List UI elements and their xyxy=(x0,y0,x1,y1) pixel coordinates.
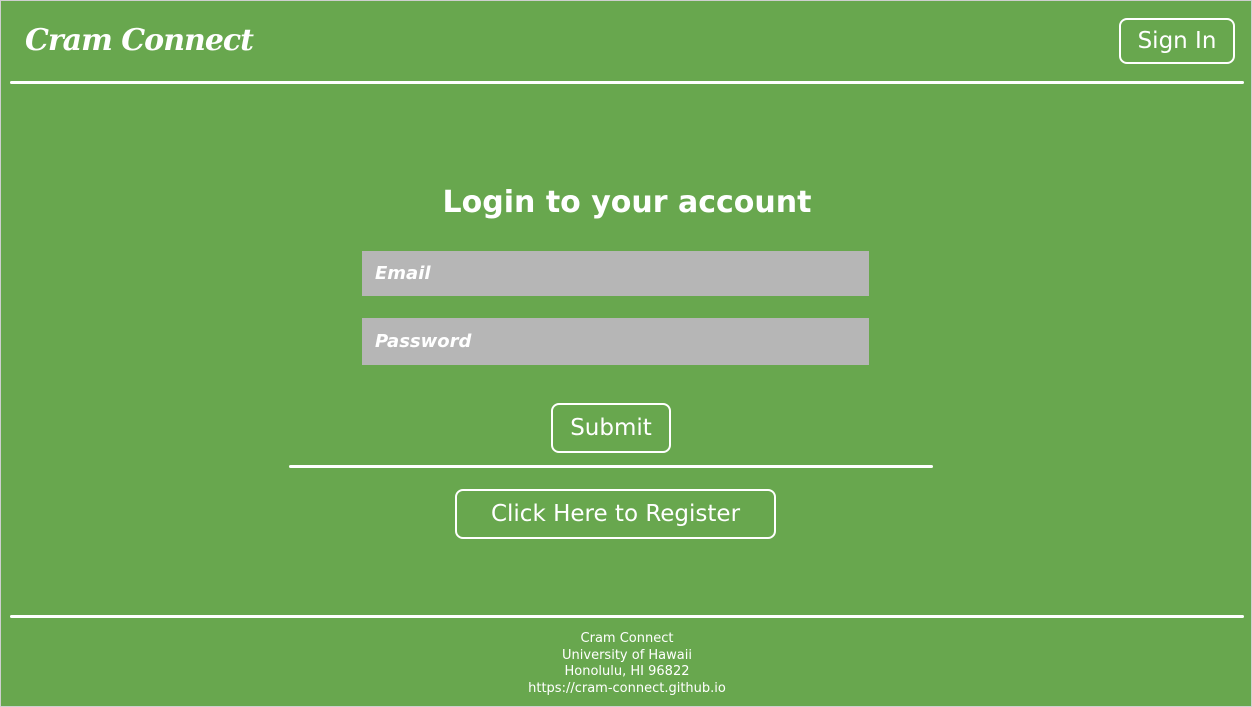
email-field[interactable] xyxy=(362,251,869,296)
app-frame: Cram Connect Sign In Login to your accou… xyxy=(0,0,1252,707)
submit-button[interactable]: Submit xyxy=(551,403,671,453)
footer-divider xyxy=(10,615,1244,618)
password-field[interactable] xyxy=(362,318,869,365)
footer-line-url[interactable]: https://cram-connect.github.io xyxy=(1,681,1252,698)
register-button[interactable]: Click Here to Register xyxy=(455,489,776,539)
footer-line-name: Cram Connect xyxy=(580,631,674,646)
footer-line-university: University of Hawaii xyxy=(562,647,692,663)
sign-in-button[interactable]: Sign In xyxy=(1119,18,1235,64)
brand-logo[interactable]: Cram Connect xyxy=(25,21,254,61)
footer-line-address: Honolulu, HI 96822 xyxy=(564,664,690,679)
header-divider xyxy=(10,81,1244,84)
form-divider xyxy=(289,465,933,468)
page-title: Login to your account xyxy=(442,185,812,220)
footer: Cram Connect University of Hawaii Honolu… xyxy=(1,631,1252,697)
